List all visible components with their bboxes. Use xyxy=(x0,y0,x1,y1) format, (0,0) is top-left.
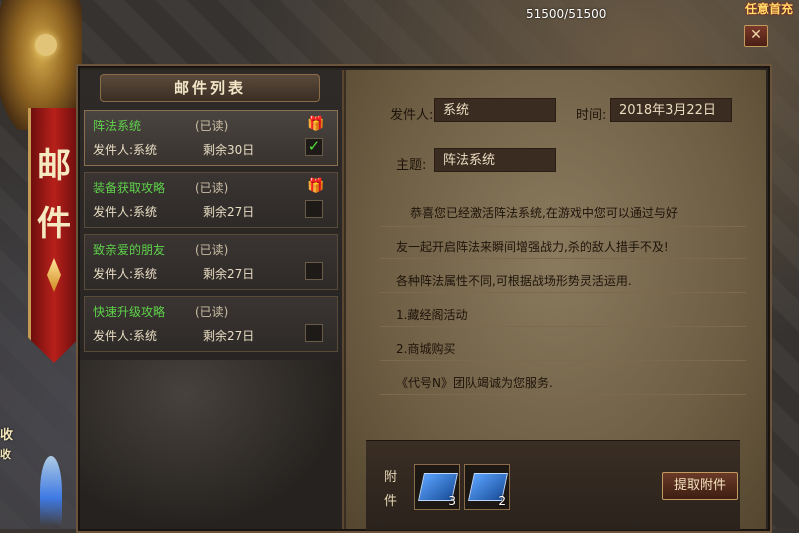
mail-item-checkbox[interactable]: ✓ xyxy=(305,138,323,156)
mail-item-status: (已读) xyxy=(195,305,229,319)
banner-char-1: 邮 xyxy=(37,146,71,186)
ruled-line xyxy=(380,258,746,259)
ruled-line xyxy=(380,394,746,395)
mail-body-line: 友一起开启阵法来瞬间增强战力,杀的敌人措手不及! xyxy=(396,240,669,254)
attachment-label-1: 附 xyxy=(384,470,398,485)
ruled-line xyxy=(380,292,746,293)
mail-item-title: 快速升级攻略 xyxy=(93,305,166,319)
mail-item-title: 装备获取攻略 xyxy=(93,181,166,195)
mail-item-checkbox[interactable] xyxy=(305,262,323,280)
mail-item-status: (已读) xyxy=(195,119,229,133)
top-promo-banner[interactable]: 任意首充 xyxy=(700,0,799,16)
mail-item-sender: 发件人:系统 xyxy=(93,143,158,157)
attachment-label-2: 件 xyxy=(384,494,398,509)
mail-body-line: 2.商城购买 xyxy=(396,342,456,356)
subject-field: 阵法系统 xyxy=(434,148,556,172)
close-button[interactable]: ✕ xyxy=(744,25,768,47)
mail-list-item[interactable]: 致亲爱的朋友 (已读) 发件人:系统 剩余27日 xyxy=(84,234,338,290)
claim-attachments-button[interactable]: 提取附件 xyxy=(662,472,738,500)
time-field: 2018年3月22日 xyxy=(610,98,732,122)
mail-list-item[interactable]: 快速升级攻略 (已读) 发件人:系统 剩余27日 xyxy=(84,296,338,352)
mail-body-line: 恭喜您已经激活阵法系统,在游戏中您可以通过与好 xyxy=(410,206,678,220)
attachment-slot[interactable]: 2 xyxy=(464,464,510,510)
gift-icon: 🎁 xyxy=(307,178,325,194)
mail-item-checkbox[interactable] xyxy=(305,200,323,218)
mail-side-banner: 邮 件 xyxy=(28,108,80,363)
dragon-crest-icon xyxy=(35,34,57,56)
hp-readout: 51500/51500 xyxy=(526,7,607,21)
mail-item-sender: 发件人:系统 xyxy=(93,329,158,343)
mail-list-title: 邮件列表 xyxy=(100,74,320,102)
ruled-line xyxy=(380,360,746,361)
mail-item-sender: 发件人:系统 xyxy=(93,267,158,281)
mail-body-line: 各种阵法属性不同,可根据战场形势灵活运用. xyxy=(396,274,632,288)
attachment-count: 2 xyxy=(498,494,506,508)
mail-item-checkbox[interactable] xyxy=(305,324,323,342)
mail-item-sender: 发件人:系统 xyxy=(93,205,158,219)
subject-label: 主题: xyxy=(396,158,427,173)
close-icon: ✕ xyxy=(750,27,762,43)
sender-field: 系统 xyxy=(434,98,556,122)
mail-item-remaining: 剩余27日 xyxy=(203,205,255,219)
blue-fountain-effect xyxy=(40,456,62,526)
mail-item-remaining: 剩余27日 xyxy=(203,267,255,281)
attachment-slot[interactable]: 3 xyxy=(414,464,460,510)
mail-item-status: (已读) xyxy=(195,181,229,195)
mail-list-item[interactable]: 阵法系统 (已读) 发件人:系统 剩余30日 🎁 ✓ xyxy=(84,110,338,166)
mail-item-status: (已读) xyxy=(195,243,229,257)
mail-list-item[interactable]: 装备获取攻略 (已读) 发件人:系统 剩余27日 🎁 xyxy=(84,172,338,228)
mail-body-line: 1.藏经阁活动 xyxy=(396,308,468,322)
ruled-line xyxy=(380,226,746,227)
attachment-count: 3 xyxy=(448,494,456,508)
mail-item-remaining: 剩余27日 xyxy=(203,329,255,343)
mail-item-remaining: 剩余30日 xyxy=(203,143,255,157)
banner-char-2: 件 xyxy=(37,204,71,244)
mail-item-title: 阵法系统 xyxy=(93,119,142,133)
left-edge-text-2: 收 xyxy=(0,448,11,461)
left-edge-text-1: 收 xyxy=(0,428,14,443)
banner-gem-icon xyxy=(47,258,61,292)
list-panel-backdrop xyxy=(80,360,342,529)
time-label: 时间: xyxy=(576,108,607,123)
mail-body-line: 《代号N》团队竭诚为您服务. xyxy=(396,376,553,390)
ruled-line xyxy=(380,326,746,327)
mail-item-title: 致亲爱的朋友 xyxy=(93,243,166,257)
sender-label: 发件人: xyxy=(390,108,434,123)
gift-icon: 🎁 xyxy=(307,116,325,132)
